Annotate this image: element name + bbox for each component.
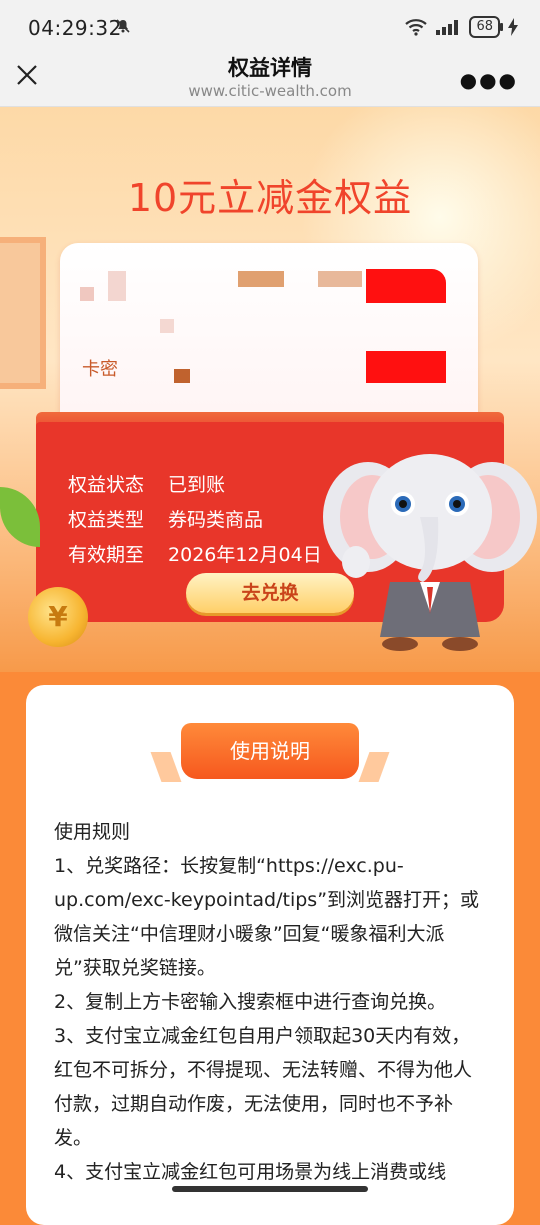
rule-item: 3、支付宝立减金红包自用户领取起30天内有效，红包不可拆分，不得提现、无法转赠、…: [54, 1025, 473, 1149]
usage-instructions-tab: 使用说明: [181, 723, 359, 779]
signal-icon: [436, 20, 459, 35]
blurred-code: [160, 319, 174, 333]
nav-bar: 权益详情 www.citic-wealth.com ●●●: [0, 56, 540, 107]
redacted-block: [366, 351, 446, 383]
wifi-icon: [405, 19, 428, 36]
charging-icon: [508, 18, 518, 36]
blurred-code: [174, 369, 190, 383]
more-options-icon[interactable]: ●●●: [460, 68, 518, 92]
rule-item: 4、支付宝立减金红包可用场景为线上消费或线: [54, 1161, 447, 1183]
benefit-title: 10元立减金权益: [127, 176, 413, 220]
card-key-label: 卡密: [82, 359, 118, 380]
blurred-code: [108, 271, 126, 301]
info-row-status: 权益状态 已到账: [68, 470, 225, 497]
rule-item: 2、复制上方卡密输入搜索框中进行查询兑换。: [54, 991, 447, 1013]
elephant-mascot-icon: [323, 454, 537, 651]
info-label: 权益状态: [68, 474, 145, 496]
blurred-code: [318, 271, 362, 287]
info-value: 券码类商品: [168, 509, 264, 531]
coin-icon: ¥: [28, 587, 88, 647]
info-value: 2026年12月04日: [168, 544, 322, 566]
info-label: 权益类型: [68, 509, 145, 531]
blurred-code: [238, 271, 284, 287]
status-bar: 04:29:32 68: [0, 0, 540, 56]
decor-frame: [0, 237, 46, 389]
rules-heading: 使用规则: [54, 821, 131, 843]
blurred-code: [80, 287, 94, 301]
info-row-type: 权益类型 券码类商品: [68, 505, 263, 532]
hero-banner: 10元立减金权益 卡密 权益状态 已到账 权益类型 券码类商品 有效期至 2026年1…: [0, 107, 540, 672]
rules-content: 使用规则 1、兑奖路径：长按复制“https://exc.pu-up.com/e…: [54, 815, 488, 1189]
battery-icon: 68: [469, 16, 503, 38]
info-row-expiry: 有效期至 2026年12月04日: [68, 540, 322, 567]
info-label: 有效期至: [68, 544, 145, 566]
leaf-icon: [0, 487, 40, 547]
rule-item: 1、兑奖路径：长按复制“https://exc.pu-up.com/exc-ke…: [54, 855, 480, 979]
bell-muted-icon: [116, 19, 130, 33]
home-indicator[interactable]: [172, 1186, 368, 1192]
redacted-block: [366, 269, 446, 303]
status-time: 04:29:32: [28, 16, 122, 40]
info-value: 已到账: [168, 474, 226, 496]
